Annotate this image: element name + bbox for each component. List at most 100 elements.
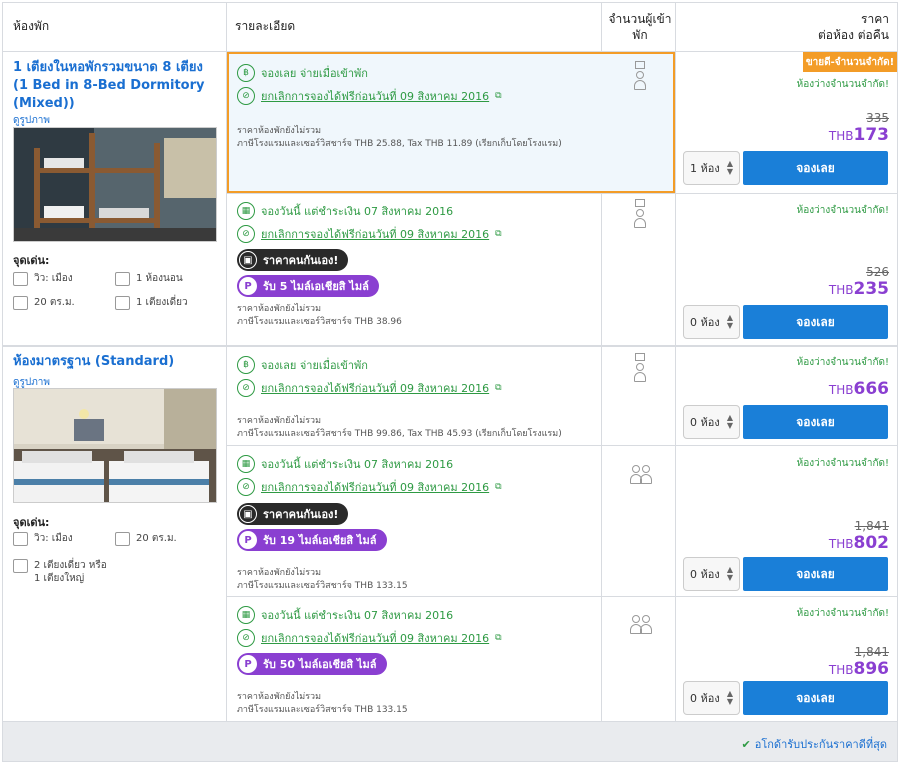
free-cancel[interactable]: ⊘ ยกเลิกการจองได้ฟรีก่อนวันที่ 09 สิงหาคม… — [237, 628, 502, 648]
bed-icon — [13, 559, 28, 573]
room-title[interactable]: ห้องมาตรฐาน (Standard) — [13, 353, 213, 371]
two-guests-icon — [629, 455, 653, 489]
book-now-button[interactable]: จองเลย — [743, 405, 888, 439]
best-price-guarantee[interactable]: ✔ อโกด้ารับประกันราคาดีที่สุด — [742, 735, 887, 753]
insider-deal-pill: ▣ ราคาคนกันเอง! — [237, 249, 349, 271]
offer-price: THB666 — [828, 379, 889, 399]
cancel-icon: ⊘ — [237, 629, 255, 647]
guest-icon — [633, 199, 647, 233]
availability: ห้องว่างจำนวนจำกัด! — [796, 79, 889, 90]
original-price: 1,841 — [854, 645, 889, 659]
free-cancel[interactable]: ⊘ ยกเลิกการจองได้ฟรีก่อนวันที่ 09 สิงหาคม… — [237, 378, 502, 398]
window-icon — [13, 531, 28, 546]
asiamiles-icon: P — [239, 277, 257, 295]
cancel-icon: ⊘ — [237, 225, 255, 243]
stepper-arrows-icon: ▲ ▼ — [726, 159, 733, 176]
offer-options: ▦ จองวันนี้ แต่ชำระเงิน 07 สิงหาคม 2016 ⊘… — [237, 201, 502, 244]
offer-price: THB173 — [828, 125, 889, 145]
dormitory-photo — [14, 128, 216, 241]
bestseller-badge: ขายดี-จำนวนจำกัด! — [803, 52, 897, 72]
availability: ห้องว่างจำนวนจำกัด! — [796, 357, 889, 368]
room-qty-select[interactable]: 1 ห้อง ▲ ▼ — [683, 151, 740, 185]
original-price: 335 — [866, 111, 889, 125]
fine-print: ราคาห้องพักยังไม่รวม ภาษีโรงแรมและเซอร์วิ… — [237, 416, 562, 439]
header-details: รายละเอียด — [235, 19, 296, 33]
availability: ห้องว่างจำนวนจำกัด! — [796, 608, 889, 619]
checkmark-icon: ✔ — [741, 737, 751, 751]
feature-bedroom: 1 ห้องนอน — [115, 271, 183, 286]
miles-pill: P รับ 5 ไมล์เอเชียสิ ไมล์ — [237, 275, 379, 297]
house-icon — [115, 531, 130, 546]
gift-icon: ▣ — [239, 505, 257, 523]
room-title[interactable]: 1 เตียงในหอพักรวมขนาด 8 เตียง (1 Bed in … — [13, 59, 213, 113]
header-price: ราคา ต่อห้อง ต่อคืน — [817, 12, 889, 42]
header-guests: จำนวนผู้เข้าพัก — [608, 12, 672, 42]
free-cancel[interactable]: ⊘ ยกเลิกการจองได้ฟรีก่อนวันที่ 09 สิงหาคม… — [237, 86, 502, 106]
offer-options: ▦ จองวันนี้ แต่ชำระเงิน 07 สิงหาคม 2016 ⊘… — [237, 605, 502, 648]
feature-bed: 2 เตียงเดี่ยว หรือ 1 เตียงใหญ่ — [13, 559, 114, 585]
feature-view: วิว: เมือง — [13, 531, 73, 546]
pay-icon: ฿ — [237, 64, 255, 82]
room-qty-select[interactable]: 0 ห้อง ▲ ▼ — [683, 405, 740, 439]
pay-later: ▦ จองวันนี้ แต่ชำระเงิน 07 สิงหาคม 2016 — [237, 605, 502, 625]
miles-pill: P รับ 50 ไมล์เอเชียสิ ไมล์ — [237, 653, 387, 675]
room-table: ห้องพัก รายละเอียด จำนวนผู้เข้าพัก ราคา … — [2, 2, 898, 762]
calendar-icon: ▦ — [237, 606, 255, 624]
standard-room-photo — [14, 389, 216, 502]
room-photo[interactable] — [13, 127, 217, 242]
feature-size: 20 ตร.ม. — [115, 531, 177, 546]
guest-icon — [633, 61, 647, 95]
stepper-arrows-icon: ▲ ▼ — [726, 689, 733, 706]
asiamiles-icon: P — [239, 655, 257, 673]
pay-icon: ฿ — [237, 356, 255, 374]
cancel-icon: ⊘ — [237, 379, 255, 397]
original-price: 526 — [866, 265, 889, 279]
feature-size: 20 ตร.ม. — [13, 295, 75, 310]
offer-price: THB896 — [828, 659, 889, 679]
offer-price: THB235 — [828, 279, 889, 299]
guest-icon — [633, 353, 647, 387]
pay-later: ▦ จองวันนี้ แต่ชำระเงิน 07 สิงหาคม 2016 — [237, 201, 502, 221]
room-qty-select[interactable]: 0 ห้อง ▲ ▼ — [683, 557, 740, 591]
fine-print: ราคาห้องพักยังไม่รวม ภาษีโรงแรมและเซอร์วิ… — [237, 568, 408, 591]
highlights-title: จุดเด่น: — [13, 516, 50, 529]
photos-link[interactable]: ดูรูปภาพ — [13, 113, 50, 128]
two-guests-icon — [629, 605, 653, 639]
cancel-icon: ⊘ — [237, 87, 255, 105]
room-qty-select[interactable]: 0 ห้อง ▲ ▼ — [683, 305, 740, 339]
header-room: ห้องพัก — [13, 19, 50, 33]
original-price: 1,841 — [854, 519, 889, 533]
bedroom-icon — [115, 271, 130, 286]
fine-print: ราคาห้องพักยังไม่รวม ภาษีโรงแรมและเซอร์วิ… — [237, 692, 408, 715]
gift-icon: ▣ — [239, 251, 257, 269]
pay-later: ▦ จองวันนี้ แต่ชำระเงิน 07 สิงหาคม 2016 — [237, 454, 502, 474]
pay-at-hotel: ฿จองเลย จ่ายเมื่อเข้าพัก — [237, 63, 502, 83]
book-now-button[interactable]: จองเลย — [743, 557, 888, 591]
book-now-button[interactable]: จองเลย — [743, 681, 888, 715]
asiamiles-icon: P — [239, 531, 257, 549]
highlights-title: จุดเด่น: — [13, 254, 50, 267]
offer-price: THB802 — [828, 533, 889, 553]
room-qty-select[interactable]: 0 ห้อง ▲ ▼ — [683, 681, 740, 715]
miles-pill: P รับ 19 ไมล์เอเชียสิ ไมล์ — [237, 529, 387, 551]
free-cancel[interactable]: ⊘ ยกเลิกการจองได้ฟรีก่อนวันที่ 09 สิงหาคม… — [237, 224, 502, 244]
availability: ห้องว่างจำนวนจำกัด! — [796, 458, 889, 469]
stepper-arrows-icon: ▲ ▼ — [726, 565, 733, 582]
offer-options: ฿จองเลย จ่ายเมื่อเข้าพัก ⊘ ยกเลิกการจองได… — [237, 355, 502, 398]
stepper-arrows-icon: ▲ ▼ — [726, 313, 733, 330]
offer-options: ฿จองเลย จ่ายเมื่อเข้าพัก ⊘ ยกเลิกการจองได… — [237, 63, 502, 106]
offer-options: ▦ จองวันนี้ แต่ชำระเงิน 07 สิงหาคม 2016 ⊘… — [237, 454, 502, 497]
house-icon — [13, 295, 28, 310]
fine-print: ราคาห้องพักยังไม่รวม ภาษีโรงแรมและเซอร์วิ… — [237, 126, 562, 149]
feature-view: วิว: เมือง — [13, 271, 73, 286]
cancel-icon: ⊘ — [237, 478, 255, 496]
pay-at-hotel: ฿จองเลย จ่ายเมื่อเข้าพัก — [237, 355, 502, 375]
stepper-arrows-icon: ▲ ▼ — [726, 413, 733, 430]
free-cancel[interactable]: ⊘ ยกเลิกการจองได้ฟรีก่อนวันที่ 09 สิงหาคม… — [237, 477, 502, 497]
feature-bed: 1 เตียงเดี่ยว — [115, 295, 188, 310]
fine-print: ราคาห้องพักยังไม่รวม ภาษีโรงแรมและเซอร์วิ… — [237, 304, 402, 327]
room-photo[interactable] — [13, 388, 217, 503]
calendar-icon: ▦ — [237, 455, 255, 473]
book-now-button[interactable]: จองเลย — [743, 305, 888, 339]
book-now-button[interactable]: จองเลย — [743, 151, 888, 185]
